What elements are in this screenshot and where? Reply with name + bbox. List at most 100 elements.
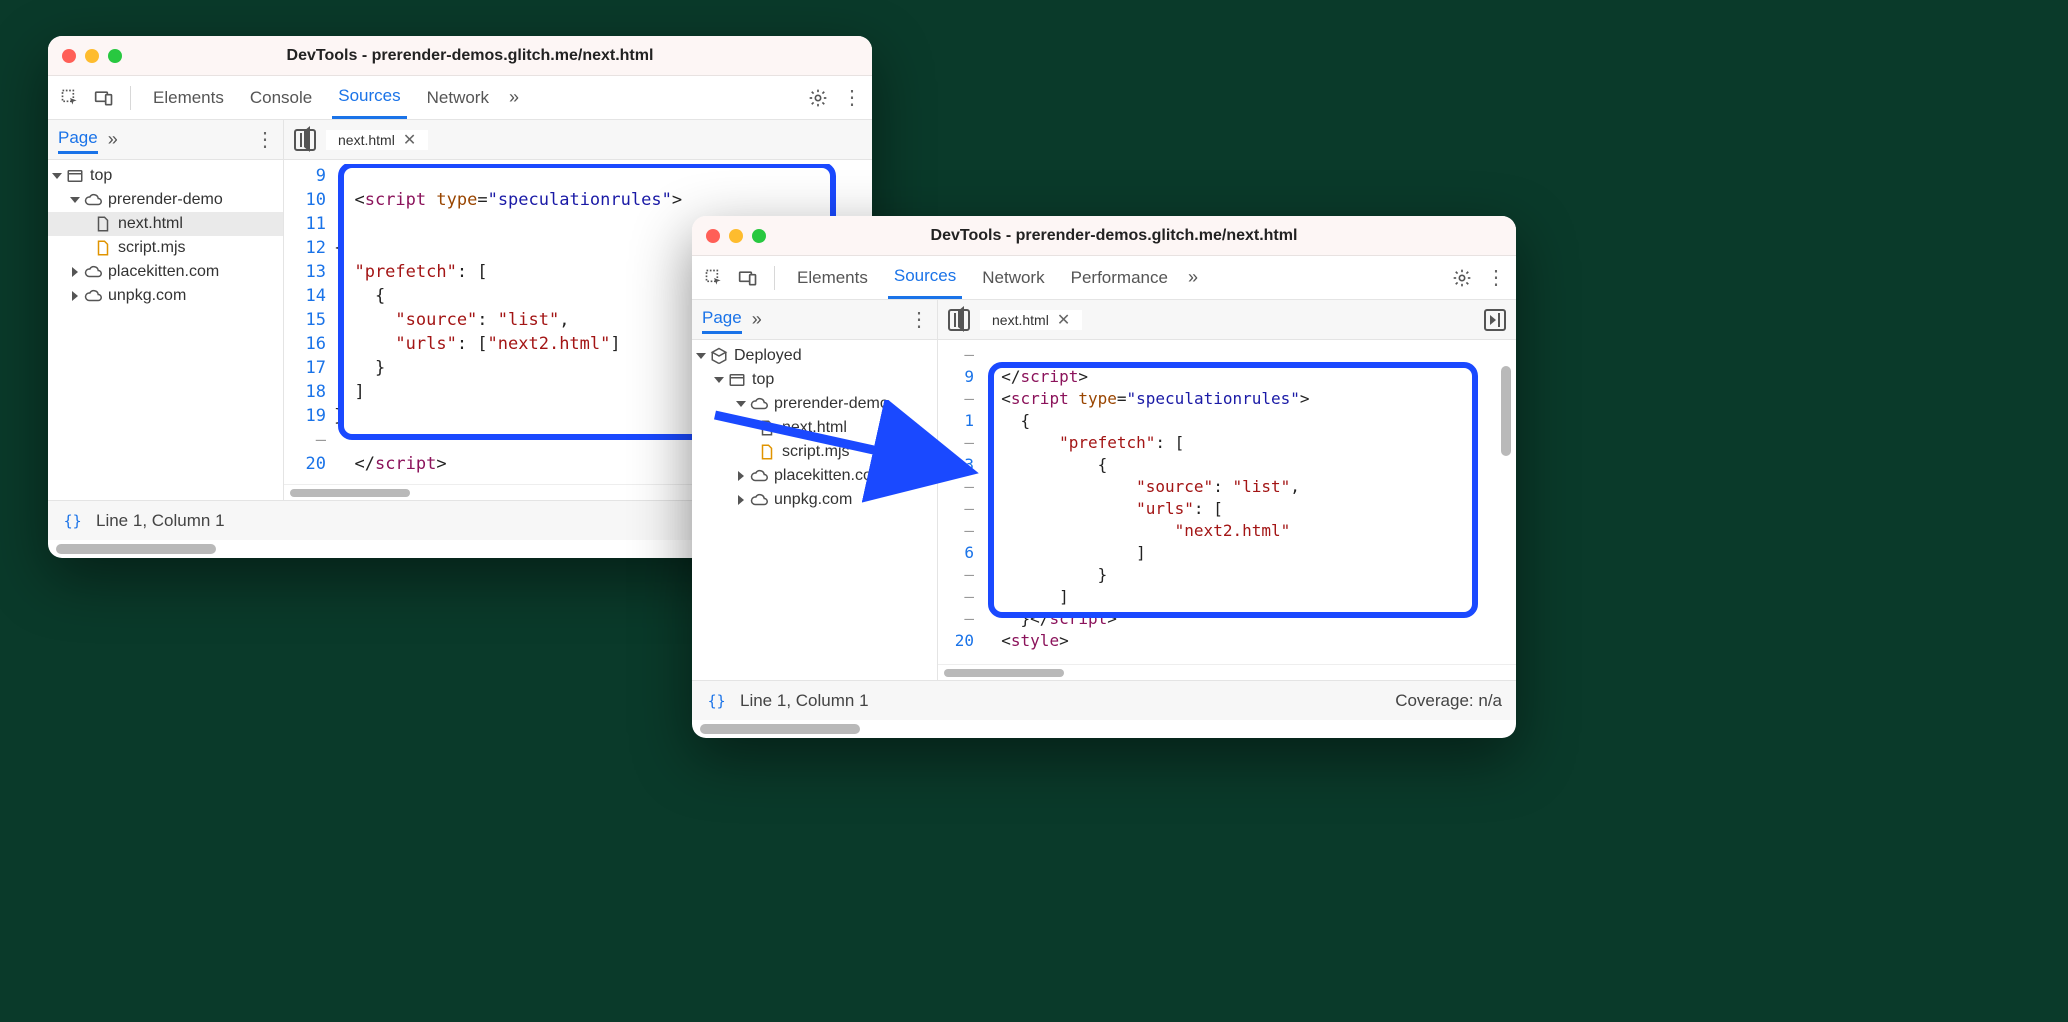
minimize-dot[interactable] bbox=[729, 229, 743, 243]
tree-label: placekitten.com bbox=[108, 263, 219, 281]
devtools-window-b: DevTools - prerender-demos.glitch.me/nex… bbox=[692, 216, 1516, 738]
cloud-icon bbox=[84, 287, 102, 305]
chevron-right-icon bbox=[72, 267, 78, 277]
tab-sources[interactable]: Sources bbox=[888, 256, 962, 299]
tree-label: prerender-demo bbox=[774, 395, 889, 413]
inspect-icon[interactable] bbox=[60, 88, 80, 108]
file-icon bbox=[94, 239, 112, 257]
titlebar: DevTools - prerender-demos.glitch.me/nex… bbox=[48, 36, 872, 76]
menu-icon[interactable]: ⋮ bbox=[1486, 268, 1504, 288]
file-tree: Deployed top prerender-demo next.html sc… bbox=[692, 340, 938, 680]
traffic-lights bbox=[62, 49, 122, 63]
editor-pane-header: next.html ✕ bbox=[284, 120, 438, 159]
tree-domain[interactable]: prerender-demo bbox=[48, 188, 283, 212]
cloud-icon bbox=[84, 263, 102, 281]
tree-unpkg[interactable]: unpkg.com bbox=[692, 488, 937, 512]
window-icon bbox=[728, 371, 746, 389]
tree-file-html[interactable]: next.html bbox=[48, 212, 283, 236]
tree-label: script.mjs bbox=[118, 239, 186, 257]
editor-pane-header: next.html ✕ bbox=[938, 300, 1516, 339]
traffic-lights bbox=[706, 229, 766, 243]
pretty-print-icon[interactable]: {} bbox=[706, 691, 726, 711]
chevron-down-icon bbox=[52, 173, 62, 179]
file-icon bbox=[758, 443, 776, 461]
file-tree: top prerender-demo next.html script.mjs … bbox=[48, 160, 284, 500]
zoom-dot[interactable] bbox=[752, 229, 766, 243]
settings-icon[interactable] bbox=[1452, 268, 1472, 288]
sub-toolbar: Page » ⋮ next.html ✕ bbox=[692, 300, 1516, 340]
tab-console[interactable]: Console bbox=[244, 78, 318, 118]
cloud-icon bbox=[84, 191, 102, 209]
tree-domain[interactable]: prerender-demo bbox=[692, 392, 937, 416]
titlebar: DevTools - prerender-demos.glitch.me/nex… bbox=[692, 216, 1516, 256]
code-viewport[interactable]: –9–1–3–––6–––20 </script> <script type="… bbox=[938, 340, 1516, 664]
device-icon[interactable] bbox=[94, 88, 114, 108]
tree-file-mjs[interactable]: script.mjs bbox=[692, 440, 937, 464]
page-tab[interactable]: Page bbox=[702, 308, 742, 334]
main-toolbar: Elements Console Sources Network » ⋮ bbox=[48, 76, 872, 120]
window-title: DevTools - prerender-demos.glitch.me/nex… bbox=[776, 227, 1502, 245]
cursor-position: Line 1, Column 1 bbox=[96, 511, 225, 531]
show-navigator-icon[interactable] bbox=[948, 309, 970, 331]
tree-top[interactable]: top bbox=[692, 368, 937, 392]
file-icon bbox=[94, 215, 112, 233]
page-tab[interactable]: Page bbox=[58, 128, 98, 154]
chevron-right-icon bbox=[72, 291, 78, 301]
window-hscroll[interactable] bbox=[692, 720, 1516, 738]
tab-performance[interactable]: Performance bbox=[1065, 258, 1174, 298]
tree-placekitten[interactable]: placekitten.com bbox=[48, 260, 283, 284]
page-pane-header: Page » ⋮ bbox=[48, 120, 284, 159]
menu-icon[interactable]: ⋮ bbox=[842, 88, 860, 108]
coverage-label[interactable]: Coverage: n/a bbox=[1395, 691, 1502, 711]
line-gutter: 910111213141516171819–20 bbox=[284, 164, 334, 480]
tree-deployed[interactable]: Deployed bbox=[692, 344, 937, 368]
close-dot[interactable] bbox=[62, 49, 76, 63]
tree-label: next.html bbox=[118, 215, 183, 233]
pretty-print-icon[interactable]: {} bbox=[62, 511, 82, 531]
tree-unpkg[interactable]: unpkg.com bbox=[48, 284, 283, 308]
window-icon bbox=[66, 167, 84, 185]
more-tabs-icon[interactable]: » bbox=[1188, 267, 1198, 288]
window-vscroll[interactable] bbox=[1499, 356, 1513, 678]
separator bbox=[130, 86, 131, 110]
toggle-panel-icon[interactable] bbox=[1484, 309, 1506, 331]
more-tabs-icon[interactable]: » bbox=[509, 87, 519, 108]
close-icon[interactable]: ✕ bbox=[403, 130, 416, 150]
page-more-icon[interactable]: » bbox=[752, 309, 762, 330]
tab-network[interactable]: Network bbox=[421, 78, 495, 118]
tree-label: placekitten.com bbox=[774, 467, 885, 485]
file-tab[interactable]: next.html ✕ bbox=[326, 130, 428, 150]
device-icon[interactable] bbox=[738, 268, 758, 288]
tab-sources[interactable]: Sources bbox=[332, 76, 406, 119]
main-toolbar: Elements Sources Network Performance » ⋮ bbox=[692, 256, 1516, 300]
svg-text:{}: {} bbox=[64, 512, 82, 530]
tree-file-mjs[interactable]: script.mjs bbox=[48, 236, 283, 260]
cube-icon bbox=[710, 347, 728, 365]
close-icon[interactable]: ✕ bbox=[1057, 310, 1070, 330]
tree-label: script.mjs bbox=[782, 443, 850, 461]
close-dot[interactable] bbox=[706, 229, 720, 243]
page-menu-icon[interactable]: ⋮ bbox=[909, 310, 927, 330]
settings-icon[interactable] bbox=[808, 88, 828, 108]
inspect-icon[interactable] bbox=[704, 268, 724, 288]
sub-toolbar: Page » ⋮ next.html ✕ bbox=[48, 120, 872, 160]
zoom-dot[interactable] bbox=[108, 49, 122, 63]
tab-network[interactable]: Network bbox=[976, 258, 1050, 298]
minimize-dot[interactable] bbox=[85, 49, 99, 63]
file-tab-label: next.html bbox=[338, 132, 395, 148]
tree-placekitten[interactable]: placekitten.com bbox=[692, 464, 937, 488]
tree-file-html[interactable]: next.html bbox=[692, 416, 937, 440]
tree-label: prerender-demo bbox=[108, 191, 223, 209]
tree-label: top bbox=[752, 371, 774, 389]
show-navigator-icon[interactable] bbox=[294, 129, 316, 151]
tab-elements[interactable]: Elements bbox=[147, 78, 230, 118]
tree-label: unpkg.com bbox=[108, 287, 186, 305]
editor-hscroll[interactable] bbox=[938, 664, 1516, 680]
cursor-position: Line 1, Column 1 bbox=[740, 691, 869, 711]
body-split: Deployed top prerender-demo next.html sc… bbox=[692, 340, 1516, 680]
page-menu-icon[interactable]: ⋮ bbox=[255, 130, 273, 150]
file-tab[interactable]: next.html ✕ bbox=[980, 310, 1082, 330]
page-more-icon[interactable]: » bbox=[108, 129, 118, 150]
tree-top[interactable]: top bbox=[48, 164, 283, 188]
tab-elements[interactable]: Elements bbox=[791, 258, 874, 298]
